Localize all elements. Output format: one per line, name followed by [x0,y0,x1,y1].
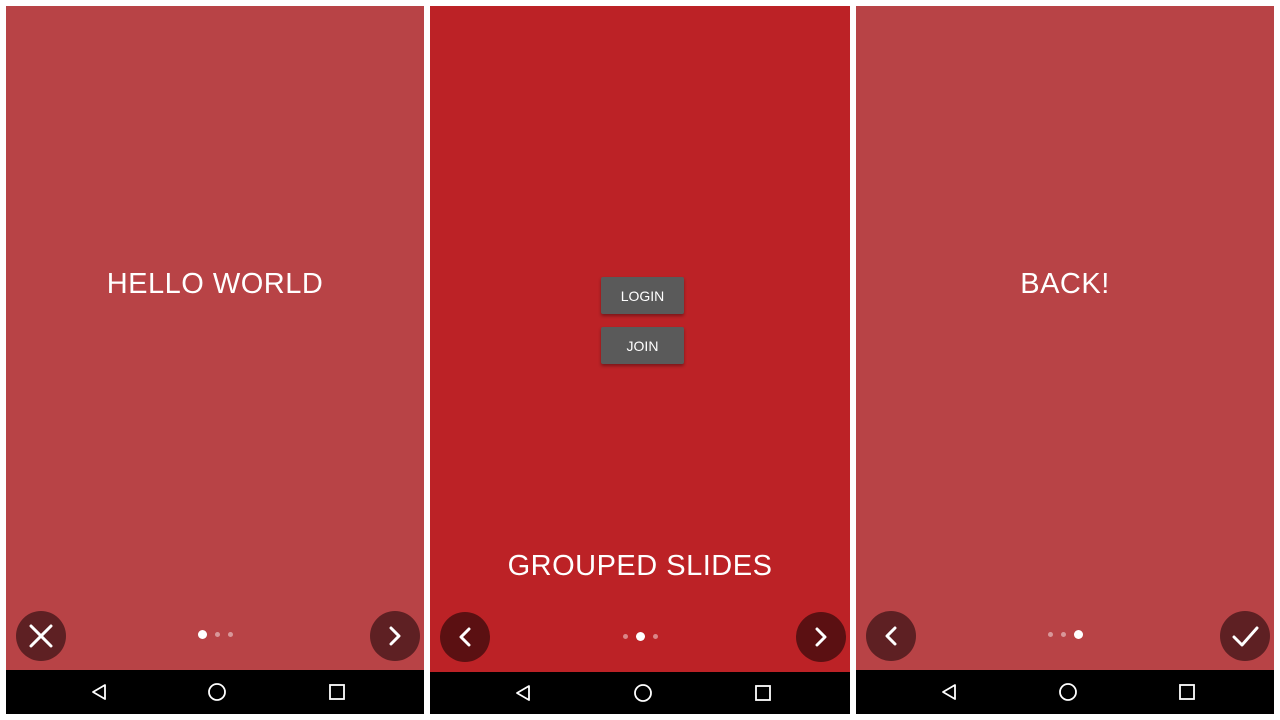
recents-square-icon [329,684,345,700]
phone-screen-1: HELLO WORLD [6,6,424,714]
page-dot [214,632,220,637]
nav-home-button[interactable] [206,681,228,703]
page-indicator [856,630,1274,639]
nav-home-button[interactable] [1057,681,1079,703]
page-indicator [430,632,850,641]
nav-home-button[interactable] [632,682,654,704]
done-button[interactable] [1220,611,1270,661]
nav-back-button[interactable] [88,681,110,703]
page-indicator [6,630,424,639]
system-navbar [856,670,1274,714]
page-dot [227,632,233,637]
page-dot [1047,632,1053,637]
page-dot-active [635,632,645,641]
nav-recents-button[interactable] [1176,681,1198,703]
next-button[interactable] [370,611,420,661]
home-circle-icon [208,683,226,701]
back-triangle-icon [516,685,530,701]
home-circle-icon [634,684,652,702]
slide-back: BACK! [856,6,1274,670]
page-dot [652,634,658,639]
chevron-right-icon [389,626,401,646]
page-dot [1060,632,1066,637]
join-button[interactable]: JOIN [601,327,684,364]
phone-screen-3: BACK! [856,6,1274,714]
recents-square-icon [755,685,771,701]
nav-recents-button[interactable] [326,681,348,703]
slide-hello-world: HELLO WORLD [6,6,424,670]
nav-back-button[interactable] [938,681,960,703]
page-dot [622,634,628,639]
next-button[interactable] [796,612,846,662]
home-circle-icon [1059,683,1077,701]
slide-headline: GROUPED SLIDES [507,550,773,582]
slide-headline: BACK! [1020,268,1110,300]
phone-screen-2: LOGIN JOIN GROUPED SLIDES [430,6,850,714]
back-triangle-icon [942,684,956,700]
slide-headline: HELLO WORLD [106,268,324,300]
back-triangle-icon [92,684,106,700]
chevron-right-icon [815,627,827,647]
system-navbar [6,670,424,714]
nav-back-button[interactable] [512,682,534,704]
page-dot-active [197,630,207,639]
login-button[interactable]: LOGIN [601,277,684,314]
recents-square-icon [1179,684,1195,700]
slide-grouped-slides: LOGIN JOIN GROUPED SLIDES [430,6,850,672]
page-dot-active [1073,630,1083,639]
nav-recents-button[interactable] [752,682,774,704]
check-icon [1232,626,1259,647]
system-navbar [430,672,850,714]
